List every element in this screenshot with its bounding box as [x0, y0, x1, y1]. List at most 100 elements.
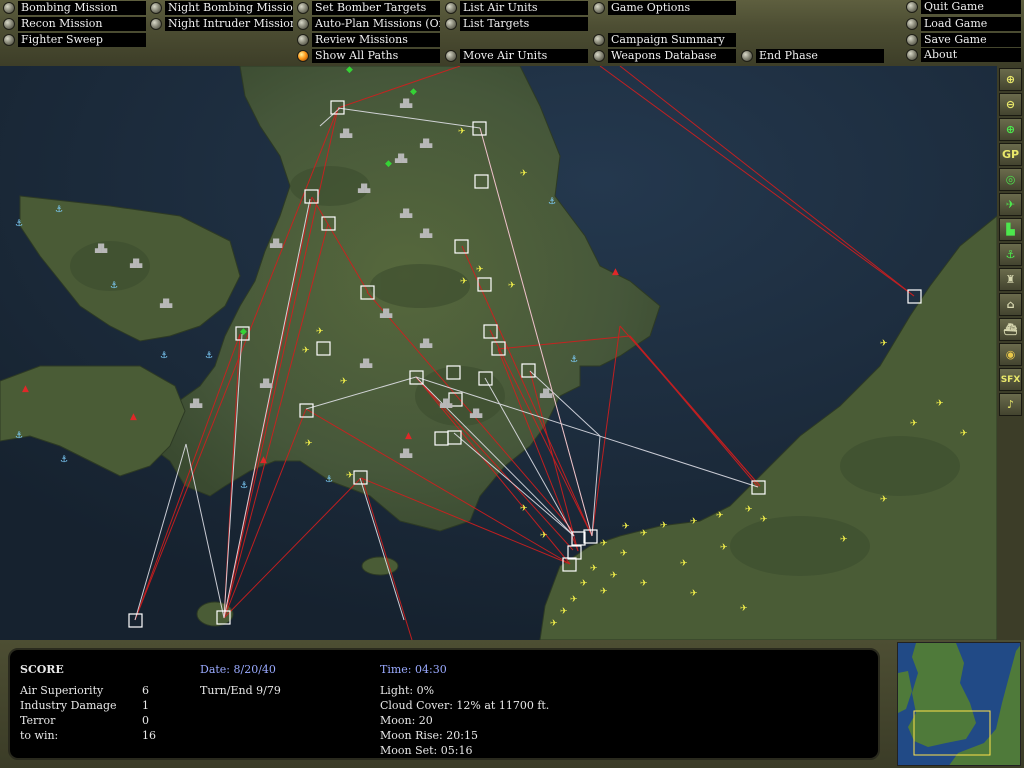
aircraft-icon[interactable]: ✈ [520, 169, 528, 179]
load-game-button[interactable]: Load Game [906, 17, 1021, 31]
aircraft-icon[interactable]: ✈ [460, 277, 468, 287]
aircraft-icon[interactable]: ✈ [340, 377, 348, 387]
game-options-label: Game Options [608, 1, 736, 15]
set-bomber-targets-button[interactable]: Set Bomber Targets [297, 1, 440, 15]
anchor-icon: ⚓ [110, 281, 118, 291]
unit-filter-icon: ♜ [1005, 273, 1016, 286]
aircraft-icon[interactable]: ✈ [305, 439, 313, 449]
aircraft-icon[interactable]: ✈ [690, 517, 698, 527]
aircraft-icon[interactable]: ✈ [640, 579, 648, 589]
aircraft-icon[interactable]: ✈ [716, 511, 724, 521]
aircraft-icon[interactable]: ✈ [600, 539, 608, 549]
show-factories-button[interactable]: ▙ [999, 218, 1022, 241]
show-units-button[interactable]: ♜ [999, 268, 1022, 291]
move-air-units-button[interactable]: Move Air Units [445, 49, 588, 63]
show-ports-button[interactable]: ⚓ [999, 243, 1022, 266]
end-phase-button[interactable]: End Phase [741, 49, 884, 63]
aircraft-icon[interactable]: ✈ [458, 127, 466, 137]
aircraft-icon[interactable]: ✈ [880, 495, 888, 505]
aircraft-icon[interactable]: ✈ [540, 531, 548, 541]
aircraft-icon[interactable]: ✈ [760, 515, 768, 525]
aircraft-icon[interactable]: ✈ [622, 522, 630, 532]
radio-knob-icon [445, 2, 457, 14]
aircraft-icon[interactable]: ✈ [660, 521, 668, 531]
game-options-button[interactable]: Game Options [593, 1, 736, 15]
factory-icon: ▟▙ [129, 258, 143, 268]
target-button[interactable]: ◎ [999, 168, 1022, 191]
auto-plan-missions-button[interactable]: Auto-Plan Missions (Off) [297, 17, 440, 31]
aircraft-icon[interactable]: ✈ [640, 529, 648, 539]
quit-game-button[interactable]: Quit Game [906, 0, 1021, 14]
aircraft-icon[interactable]: ✈ [302, 346, 310, 356]
aircraft-icon[interactable]: ✈ [745, 505, 753, 515]
radio-knob-icon [906, 49, 918, 61]
weapons-database-button[interactable]: Weapons Database [593, 49, 736, 63]
aircraft-icon[interactable]: ✈ [550, 619, 558, 629]
aircraft-icon[interactable]: ✈ [590, 564, 598, 574]
center-map-button[interactable]: ⊕ [999, 118, 1022, 141]
fighter-sweep-label: Fighter Sweep [18, 33, 146, 47]
aircraft-icon[interactable]: ✈ [570, 595, 578, 605]
aircraft-icon[interactable]: ✈ [580, 579, 588, 589]
zoom-in-button[interactable]: ⊕ [999, 68, 1022, 91]
radio-knob-icon [3, 34, 15, 46]
anchor-icon: ⚓ [60, 455, 68, 465]
aircraft-icon[interactable]: ✈ [740, 604, 748, 614]
review-missions-button[interactable]: Review Missions [297, 33, 440, 47]
list-targets-button[interactable]: List Targets [445, 17, 588, 31]
aircraft-icon[interactable]: ✈ [610, 571, 618, 581]
aircraft-icon[interactable]: ✈ [690, 589, 698, 599]
radio-knob-icon [297, 18, 309, 30]
fighter-sweep-button[interactable]: Fighter Sweep [3, 33, 146, 47]
anchor-icon: ⚓ [325, 475, 333, 485]
bombing-mission-label: Bombing Mission [18, 1, 146, 15]
radio-knob-icon [150, 18, 162, 30]
enemy-marker-icon: ▲ [22, 384, 29, 394]
aircraft-icon[interactable]: ✈ [936, 399, 944, 409]
factory-filter-icon: ▙ [1006, 223, 1015, 236]
aircraft-icon[interactable]: ✈ [600, 587, 608, 597]
aircraft-icon[interactable]: ✈ [508, 281, 516, 291]
save-game-button[interactable]: Save Game [906, 33, 1021, 47]
anchor-filter-icon: ⚓ [1005, 248, 1016, 261]
sfx-button[interactable]: SFX [999, 368, 1022, 391]
night-bombing-mission-button[interactable]: Night Bombing Mission [150, 1, 293, 15]
show-ships-button[interactable]: ⛴ [999, 318, 1022, 341]
show-aircraft-button[interactable]: ✈ [999, 193, 1022, 216]
anchor-icon: ⚓ [548, 197, 556, 207]
list-air-units-button[interactable]: List Air Units [445, 1, 588, 15]
recon-mission-button[interactable]: Recon Mission [3, 17, 146, 31]
radio-knob-icon [593, 50, 605, 62]
enemy-marker-icon: ▲ [405, 431, 412, 441]
gp-button[interactable]: GP [999, 143, 1022, 166]
aircraft-icon[interactable]: ✈ [520, 504, 528, 514]
night-intruder-mission-button[interactable]: Night Intruder Mission [150, 17, 293, 31]
aircraft-icon[interactable]: ✈ [620, 549, 628, 559]
minimap-canvas[interactable] [898, 643, 1021, 766]
aircraft-icon[interactable]: ✈ [346, 471, 354, 481]
map-canvas[interactable]: ✈ ✈ ✈ ✈ ✈ ✈ ✈ ✈ ✈ ✈ ✈ ✈ ✈ ✈ ✈ ✈ ✈ ✈ ✈ ✈ … [0, 66, 997, 640]
show-all-paths-button[interactable]: Show All Paths [297, 49, 440, 63]
aircraft-icon[interactable]: ✈ [960, 429, 968, 439]
enemy-marker-icon: ▲ [130, 412, 137, 422]
aircraft-icon[interactable]: ✈ [560, 607, 568, 617]
radar-toggle-button[interactable]: ◉ [999, 343, 1022, 366]
show-cities-button[interactable]: ⌂ [999, 293, 1022, 316]
campaign-map[interactable]: ✈ ✈ ✈ ✈ ✈ ✈ ✈ ✈ ✈ ✈ ✈ ✈ ✈ ✈ ✈ ✈ ✈ ✈ ✈ ✈ … [0, 66, 997, 640]
campaign-summary-button[interactable]: Campaign Summary [593, 33, 736, 47]
aircraft-icon[interactable]: ✈ [840, 535, 848, 545]
aircraft-icon[interactable]: ✈ [476, 265, 484, 275]
terror-label: Terror [20, 714, 56, 727]
minimap[interactable] [897, 642, 1021, 766]
aircraft-icon[interactable]: ✈ [880, 339, 888, 349]
bombing-mission-button[interactable]: Bombing Mission [3, 1, 146, 15]
aircraft-icon[interactable]: ✈ [680, 559, 688, 569]
music-button[interactable]: ♪ [999, 393, 1022, 416]
about-button[interactable]: About [906, 48, 1021, 62]
industry-damage-value: 1 [142, 699, 149, 712]
aircraft-icon[interactable]: ✈ [316, 327, 324, 337]
aircraft-icon[interactable]: ✈ [720, 543, 728, 553]
aircraft-icon[interactable]: ✈ [910, 419, 918, 429]
radio-knob-icon [906, 1, 918, 13]
zoom-out-button[interactable]: ⊖ [999, 93, 1022, 116]
